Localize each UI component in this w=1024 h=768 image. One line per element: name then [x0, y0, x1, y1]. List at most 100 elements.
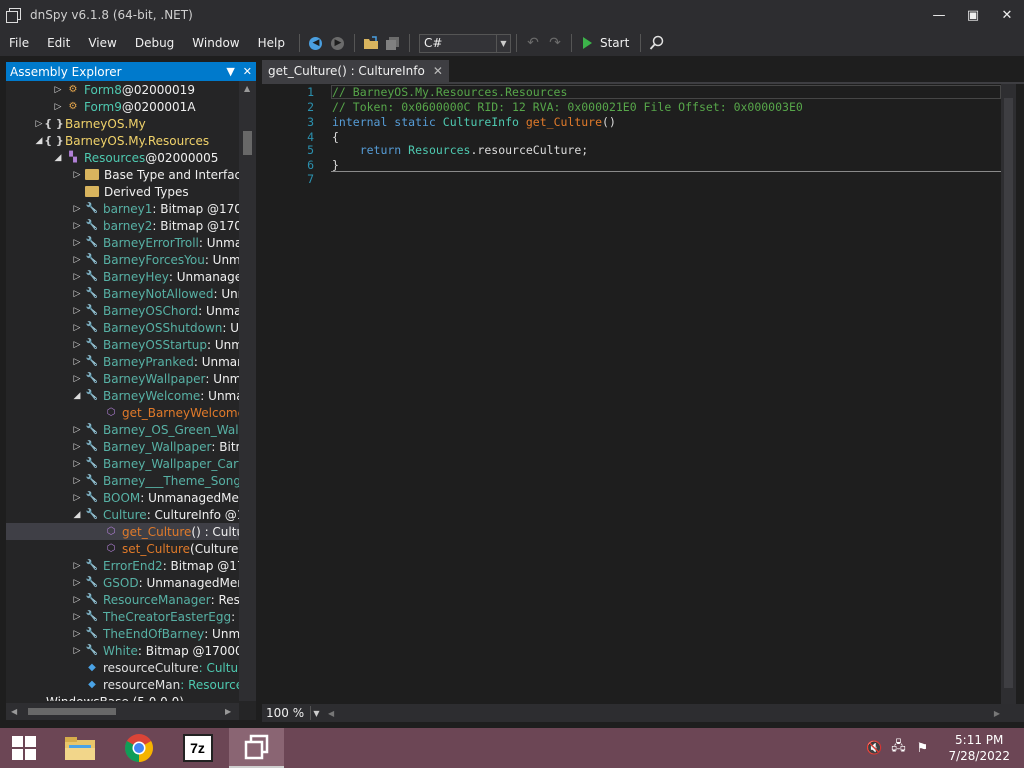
- volume-muted-icon[interactable]: 🔇: [862, 741, 886, 756]
- tree-item[interactable]: ▷ Base Type and Interfaces: [6, 166, 239, 183]
- expand-arrow-icon[interactable]: ▷: [72, 493, 82, 503]
- tab-get-culture[interactable]: get_Culture() : CultureInfo ✕: [262, 60, 449, 82]
- expand-arrow-icon[interactable]: ▷: [72, 272, 82, 282]
- tree-item[interactable]: ◢🔧 BarneyWelcome : Unman: [6, 387, 239, 404]
- assembly-tree[interactable]: ▷ ⚙ Form8 @02000019 ▷ ⚙ Form9 @0200001A ▷{ } Ba…: [6, 81, 239, 701]
- tree-vertical-scrollbar[interactable]: ▲: [239, 81, 256, 701]
- tree-item[interactable]: ▷ ⚙ Form8 @02000019: [6, 81, 239, 98]
- scroll-right-icon[interactable]: ▶: [225, 707, 231, 716]
- expand-arrow-icon[interactable]: ▷: [72, 221, 82, 231]
- minimize-button[interactable]: —: [922, 0, 956, 30]
- expand-arrow-icon[interactable]: ▷: [72, 629, 82, 639]
- network-icon[interactable]: 🖧: [886, 737, 910, 759]
- editor-vscroll-thumb[interactable]: [1004, 98, 1013, 688]
- tree-item[interactable]: ▷🔧 barney1 : Bitmap @17000: [6, 200, 239, 217]
- tree-item[interactable]: WindowsBase (5.0.0.0): [6, 693, 239, 702]
- tree-item[interactable]: ▷🔧 BarneyPranked : Unmana: [6, 353, 239, 370]
- collapse-arrow-icon[interactable]: ◢: [72, 391, 82, 401]
- save-all-button[interactable]: [382, 33, 404, 53]
- tree-item[interactable]: ⬡ set_Culture(CultureInf: [6, 540, 239, 557]
- tree-item[interactable]: ◢🔧 Culture : CultureInfo @17: [6, 506, 239, 523]
- maximize-button[interactable]: ▣: [956, 0, 990, 30]
- expand-arrow-icon[interactable]: ▷: [72, 255, 82, 265]
- expand-arrow-icon[interactable]: ▷: [53, 102, 63, 112]
- tree-item[interactable]: Derived Types: [6, 183, 239, 200]
- taskbar-dnspy[interactable]: [229, 728, 284, 768]
- tree-item[interactable]: ▷ 🔧 GSOD : UnmanagedMem: [6, 574, 239, 591]
- tree-item[interactable]: ▷🔧 BarneyOSShutdown : Unr: [6, 319, 239, 336]
- tree-item[interactable]: ▷🔧 barney2 : Bitmap @17000: [6, 217, 239, 234]
- menu-file[interactable]: File: [0, 36, 38, 50]
- collapse-arrow-icon[interactable]: ◢: [34, 136, 44, 146]
- menu-window[interactable]: Window: [183, 36, 248, 50]
- windows-start-button[interactable]: [0, 728, 48, 768]
- expand-arrow-icon[interactable]: ▷: [72, 425, 82, 435]
- expand-arrow-icon[interactable]: ▷: [72, 646, 82, 656]
- start-debugging-button[interactable]: Start: [577, 36, 635, 50]
- taskbar-7zip[interactable]: 7z: [170, 728, 225, 768]
- tree-item[interactable]: ▷ 🔧 BOOM : UnmanagedMen: [6, 489, 239, 506]
- tree-item[interactable]: ▷🔧 TheEndOfBarney : Unmar: [6, 625, 239, 642]
- system-clock[interactable]: 5:11 PM 7/28/2022: [948, 732, 1010, 764]
- expand-arrow-icon[interactable]: ▷: [72, 238, 82, 248]
- tree-item[interactable]: ▷🔧 BarneyErrorTroll : Unman: [6, 234, 239, 251]
- tree-vscroll-thumb[interactable]: [243, 131, 252, 155]
- tree-item[interactable]: ◆ resourceMan : ResourceM: [6, 676, 239, 693]
- tree-item[interactable]: ▷🔧 BarneyNotAllowed : Unm: [6, 285, 239, 302]
- tree-item[interactable]: ◢{ } BarneyOS.My.Resources: [6, 132, 239, 149]
- panel-dropdown-icon[interactable]: ▼: [226, 65, 234, 78]
- tree-item[interactable]: ▷{ } BarneyOS.My: [6, 115, 239, 132]
- code-editor[interactable]: 1 // BarneyOS.My.Resources.Resources 2 // T…: [262, 84, 1016, 704]
- menu-debug[interactable]: Debug: [126, 36, 183, 50]
- tree-item[interactable]: ▷🔧 Barney_OS_Green_Wallpa: [6, 421, 239, 438]
- menu-edit[interactable]: Edit: [38, 36, 79, 50]
- zoom-select[interactable]: 100 %: [262, 705, 310, 721]
- search-button[interactable]: [646, 33, 668, 53]
- tree-item[interactable]: ▷ ⚙ Form9 @0200001A: [6, 98, 239, 115]
- expand-arrow-icon[interactable]: ▷: [72, 442, 82, 452]
- expand-arrow-icon[interactable]: ▷: [72, 561, 82, 571]
- tab-close-icon[interactable]: ✕: [433, 64, 443, 78]
- close-button[interactable]: ✕: [990, 0, 1024, 30]
- tree-item[interactable]: ⬡ get_Culture() : Culture: [6, 523, 239, 540]
- expand-arrow-icon[interactable]: ▷: [72, 459, 82, 469]
- tree-item[interactable]: ▷ 🔧 Barney___Theme_Song__: [6, 472, 239, 489]
- editor-vertical-scrollbar[interactable]: [1001, 84, 1016, 704]
- expand-arrow-icon[interactable]: ▷: [72, 612, 82, 622]
- tree-hscroll-thumb[interactable]: [28, 708, 116, 715]
- tree-horizontal-scrollbar[interactable]: ◀ ▶: [6, 703, 239, 720]
- expand-arrow-icon[interactable]: ▷: [72, 476, 82, 486]
- tree-item[interactable]: ▷🔧 White : Bitmap @1700001: [6, 642, 239, 659]
- tree-item[interactable]: ▷🔧 BarneyWallpaper : Unmar: [6, 370, 239, 387]
- collapse-arrow-icon[interactable]: ◢: [72, 510, 82, 520]
- language-select[interactable]: C# ▼: [418, 33, 511, 53]
- collapse-arrow-icon[interactable]: ◢: [53, 153, 63, 163]
- expand-arrow-icon[interactable]: ▷: [72, 306, 82, 316]
- scroll-left-icon[interactable]: ◀: [328, 709, 334, 718]
- redo-button[interactable]: ↷: [544, 33, 566, 53]
- tree-item[interactable]: ▷🔧 TheCreatorEasterEgg : Un: [6, 608, 239, 625]
- taskbar-file-explorer[interactable]: [52, 728, 107, 768]
- navigate-forward-button[interactable]: ▶: [327, 33, 349, 53]
- undo-button[interactable]: ↶: [522, 33, 544, 53]
- expand-arrow-icon[interactable]: ▷: [34, 119, 44, 129]
- tree-item[interactable]: ▷🔧 BarneyOSStartup : Unmar: [6, 336, 239, 353]
- scroll-up-icon[interactable]: ▲: [244, 84, 250, 93]
- tree-item[interactable]: ▷🔧 ResourceManager : Resou: [6, 591, 239, 608]
- tree-item[interactable]: ⬡get_BarneyWelcome(): [6, 404, 239, 421]
- scroll-left-icon[interactable]: ◀: [11, 707, 17, 716]
- chevron-down-icon[interactable]: ▼: [310, 706, 322, 720]
- tree-item[interactable]: ◢ ▚ Resources @02000005: [6, 149, 239, 166]
- action-center-icon[interactable]: ⚑: [910, 741, 934, 756]
- tree-item[interactable]: ◆ resourceCulture : Culture: [6, 659, 239, 676]
- tree-item[interactable]: ▷🔧 ErrorEnd2 : Bitmap @1700: [6, 557, 239, 574]
- expand-arrow-icon[interactable]: ▷: [53, 85, 63, 95]
- navigate-back-button[interactable]: ◀: [305, 33, 327, 53]
- expand-arrow-icon[interactable]: ▷: [72, 374, 82, 384]
- tree-item[interactable]: ▷🔧 BarneyOSChord : Unman: [6, 302, 239, 319]
- expand-arrow-icon[interactable]: ▷: [72, 170, 82, 180]
- expand-arrow-icon[interactable]: ▷: [72, 340, 82, 350]
- expand-arrow-icon[interactable]: ▷: [72, 323, 82, 333]
- expand-arrow-icon[interactable]: ▷: [72, 595, 82, 605]
- tree-item[interactable]: ▷🔧 Barney_Wallpaper : Bitma: [6, 438, 239, 455]
